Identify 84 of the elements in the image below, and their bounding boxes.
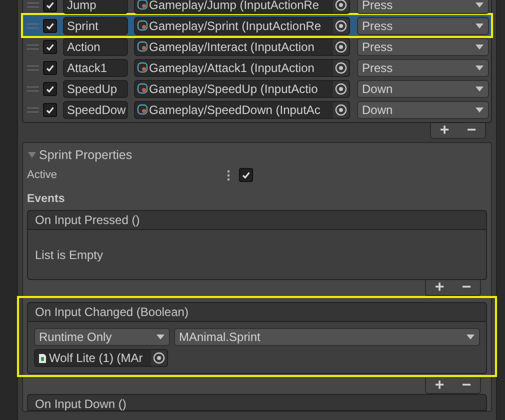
event-header: On Input Changed (Boolean): [27, 302, 487, 322]
script-file-icon: [38, 352, 47, 364]
drag-handle-icon: [27, 106, 39, 112]
target-icon: [153, 352, 165, 364]
object-field-text: Wolf Lite (1) (MAr: [49, 350, 144, 368]
drag-handle-icon: [27, 44, 39, 50]
dropdown[interactable]: Press: [357, 38, 489, 56]
target-icon: [335, 0, 347, 10]
dropdown[interactable]: Runtime Only: [34, 328, 170, 346]
checkbox[interactable]: [43, 82, 57, 96]
section-label: Events: [27, 192, 66, 207]
target-icon: [335, 20, 347, 32]
field-label: Active: [27, 168, 58, 183]
event-header: On Input Down (): [27, 394, 487, 412]
checkbox[interactable]: [239, 168, 253, 182]
target-icon: [335, 62, 347, 74]
name-field[interactable]: SpeedUp: [63, 80, 128, 98]
caret-icon: [475, 22, 484, 28]
object-field[interactable]: Gameplay/Attack1 (InputAction: [134, 58, 350, 76]
drag-handle-icon: [27, 86, 39, 92]
empty-list-text: List is Empty: [35, 246, 104, 264]
object-field-text: Gameplay/Sprint (InputActionRe: [149, 18, 322, 34]
drag-handle-icon: [27, 2, 39, 8]
input-asset-icon: [137, 41, 148, 52]
checkbox[interactable]: [43, 0, 57, 12]
object-field[interactable]: Gameplay/Interact (InputAction: [134, 38, 350, 56]
input-asset-icon: [137, 0, 148, 10]
dropdown[interactable]: MAnimal.Sprint: [174, 328, 480, 346]
event-header: On Input Pressed (): [27, 210, 487, 230]
caret-icon: [156, 334, 165, 340]
check-icon: [241, 170, 251, 180]
caret-icon: [475, 44, 484, 50]
object-field-text: Gameplay/Jump (InputActionRe: [149, 0, 320, 14]
more-options-icon: [227, 170, 230, 180]
caret-icon: [475, 86, 484, 92]
remove-button[interactable]: −: [466, 122, 476, 138]
input-asset-icon: [137, 62, 148, 73]
name-field[interactable]: Jump: [63, 0, 128, 14]
input-asset-icon: [137, 83, 148, 94]
add-button[interactable]: +: [434, 378, 444, 394]
remove-button[interactable]: −: [462, 280, 472, 296]
dropdown[interactable]: Press: [357, 58, 489, 76]
check-icon: [45, 104, 55, 114]
name-field[interactable]: Attack1: [63, 58, 128, 76]
target-icon: [335, 104, 347, 116]
input-asset-icon: [137, 20, 148, 31]
section-title[interactable]: Sprint Properties: [39, 146, 132, 164]
add-button[interactable]: +: [440, 122, 450, 138]
check-icon: [45, 62, 55, 72]
drag-handle-icon: [27, 64, 39, 70]
object-field-text: Gameplay/SpeedUp (InputActio: [149, 80, 319, 98]
remove-button[interactable]: −: [462, 378, 472, 394]
add-button[interactable]: +: [434, 280, 444, 296]
check-icon: [45, 42, 55, 52]
dropdown[interactable]: Press: [357, 16, 489, 34]
object-field[interactable]: Gameplay/Jump (InputActionRe: [134, 0, 350, 14]
object-field[interactable]: Gameplay/SpeedUp (InputActio: [134, 80, 350, 98]
check-icon: [45, 20, 55, 30]
dropdown[interactable]: Down: [357, 80, 489, 98]
caret-icon: [475, 106, 484, 112]
object-field[interactable]: Wolf Lite (1) (MAr: [34, 349, 168, 368]
dropdown[interactable]: Down: [357, 100, 489, 118]
object-field-text: Gameplay/Interact (InputAction: [149, 38, 316, 56]
checkbox[interactable]: [43, 40, 57, 54]
dropdown[interactable]: Press: [357, 0, 489, 14]
object-field-text: Gameplay/SpeedDown (InputAc: [149, 102, 322, 118]
caret-icon: [475, 2, 484, 8]
target-icon: [335, 82, 347, 94]
checkbox[interactable]: [43, 18, 57, 32]
drag-handle-icon: [27, 22, 39, 28]
input-asset-icon: [137, 104, 148, 115]
name-field[interactable]: SpeedDow: [63, 100, 128, 118]
name-field[interactable]: Sprint: [63, 16, 128, 34]
caret-icon: [475, 64, 484, 70]
check-icon: [45, 0, 55, 10]
object-field-text: Gameplay/Attack1 (InputAction: [149, 60, 316, 76]
caret-icon: [466, 334, 475, 340]
check-icon: [45, 84, 55, 94]
checkbox[interactable]: [43, 102, 57, 116]
name-field[interactable]: Action: [63, 38, 128, 56]
checkbox[interactable]: [43, 60, 57, 74]
target-icon: [335, 40, 347, 52]
object-field[interactable]: Gameplay/Sprint (InputActionRe: [134, 16, 350, 34]
object-field[interactable]: Gameplay/SpeedDown (InputAc: [134, 100, 350, 118]
